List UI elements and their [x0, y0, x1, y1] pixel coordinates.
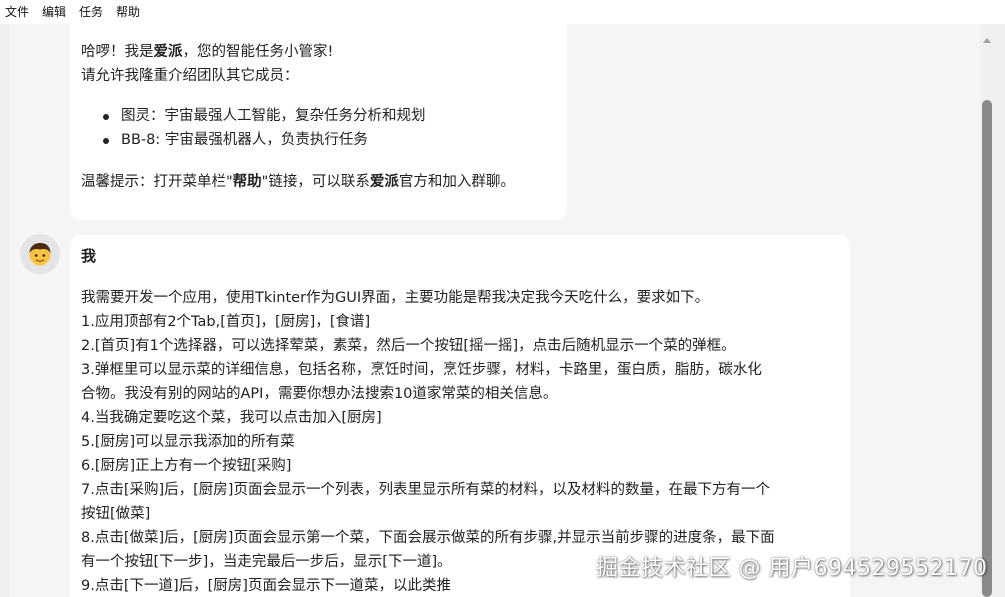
- menu-bar: 文件 编辑 任务 帮助: [0, 0, 1005, 24]
- message-line: 3.弹框里可以显示菜的详细信息，包括名称，烹饪时间，烹饪步骤，材料，卡路里，蛋白…: [81, 362, 762, 378]
- watermark: 掘金技术社区 @ 用户694529552170: [596, 556, 988, 581]
- scrollbar-thumb[interactable]: [982, 100, 992, 597]
- greeting-line: 哈啰！我是爱派，您的智能任务小管家!: [81, 40, 333, 64]
- intro-line: 请允许我隆重介绍团队其它成员：: [81, 68, 299, 84]
- tip-help-bold: 帮助: [232, 174, 262, 190]
- tip-line: 温馨提示：打开菜单栏"帮助"链接，可以联系爱派官方和加入群聊。: [81, 170, 515, 194]
- tip-prefix: 温馨提示：打开菜单栏": [81, 174, 233, 190]
- list-item: BB-8: 宇宙最强机器人，负责执行任务: [81, 128, 426, 152]
- user-message-bubble: 我 我需要开发一个应用，使用Tkinter作为GUI界面，主要功能是帮我决定我今…: [70, 235, 850, 597]
- bullet-icon: [103, 138, 109, 144]
- greeting-suffix: ，您的智能任务小管家!: [182, 44, 334, 60]
- tip-brand-bold: 爱派: [369, 174, 399, 190]
- user-name: 我: [81, 247, 97, 265]
- message-line: 按钮[做菜]: [81, 506, 151, 522]
- member-text: 图灵：宇宙最强人工智能，复杂任务分析和规划: [121, 108, 426, 124]
- message-line: 5.[厨房]可以显示我添加的所有菜: [81, 434, 295, 450]
- chat-area: 哈啰！我是爱派，您的智能任务小管家! 请允许我隆重介绍团队其它成员： 图灵：宇宙…: [10, 24, 980, 597]
- message-line: 合物。我没有别的网站的API，需要你想办法搜索10道家常菜的相关信息。: [81, 386, 558, 402]
- menu-help[interactable]: 帮助: [116, 0, 147, 24]
- message-line: 8.点击[做菜]后，[厨房]页面会显示第一个菜，下面会展示做菜的所有步骤,并显示…: [81, 530, 775, 546]
- menu-task[interactable]: 任务: [79, 0, 110, 24]
- tip-suffix: 官方和加入群聊。: [398, 174, 515, 190]
- scroll-up-arrow-icon[interactable]: [983, 38, 991, 43]
- tip-middle: "链接，可以联系: [261, 174, 370, 190]
- member-list: 图灵：宇宙最强人工智能，复杂任务分析和规划 BB-8: 宇宙最强机器人，负责执行…: [81, 104, 426, 152]
- boy-face-icon: [29, 243, 51, 266]
- bullet-icon: [103, 114, 109, 120]
- message-line: 6.[厨房]正上方有一个按钮[采购]: [81, 458, 292, 474]
- message-line: 7.点击[采购]后，[厨房]页面会显示一个列表，列表里显示所有菜的材料，以及材料…: [81, 482, 770, 498]
- message-line: 2.[首页]有1个选择器，可以选择荤菜，素菜，然后一个按钮[摇一摇]，点击后随机…: [81, 338, 736, 354]
- menu-edit[interactable]: 编辑: [42, 0, 73, 24]
- message-line: 4.当我确定要吃这个菜，我可以点击加入[厨房]: [81, 410, 382, 426]
- list-item: 图灵：宇宙最强人工智能，复杂任务分析和规划: [81, 104, 426, 128]
- member-text: BB-8: 宇宙最强机器人，负责执行任务: [121, 132, 368, 148]
- message-line: 1.应用顶部有2个Tab,[首页]，[厨房]，[食谱]: [81, 314, 371, 330]
- assistant-name: 爱派: [153, 44, 183, 60]
- vertical-scrollbar[interactable]: [980, 36, 994, 597]
- user-avatar: [20, 234, 60, 274]
- menu-file[interactable]: 文件: [5, 0, 36, 24]
- greeting-prefix: 哈啰！我是: [81, 44, 154, 60]
- message-line: 我需要开发一个应用，使用Tkinter作为GUI界面，主要功能是帮我决定我今天吃…: [81, 290, 710, 306]
- assistant-message-bubble: 哈啰！我是爱派，您的智能任务小管家! 请允许我隆重介绍团队其它成员： 图灵：宇宙…: [70, 24, 567, 220]
